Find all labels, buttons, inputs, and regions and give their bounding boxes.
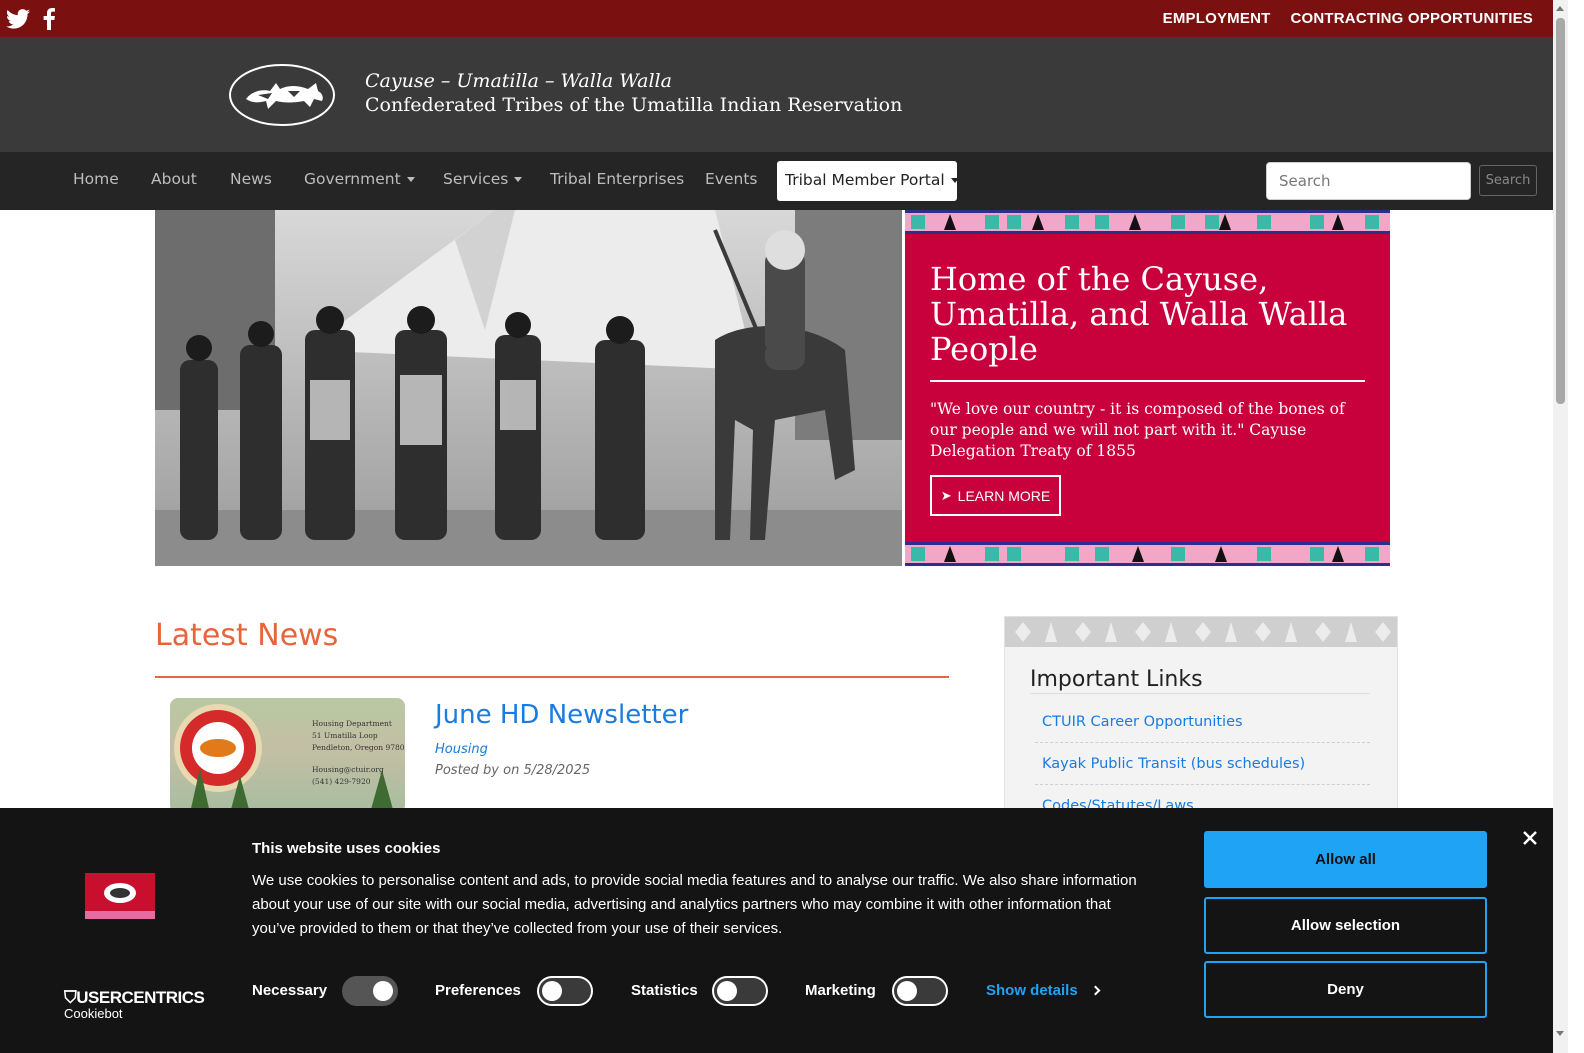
chevron-down-icon [514,177,523,182]
chevron-right-icon [1090,985,1101,996]
links-divider [1030,693,1370,694]
chevron-down-icon [950,178,959,183]
window-edge [1568,0,1584,1053]
hero-photo [155,210,902,566]
marketing-toggle[interactable] [892,976,948,1006]
news-thumbnail[interactable]: Housing Department 51 Umatilla Loop Pend… [170,698,405,813]
important-links-heading: Important Links [1030,667,1203,692]
show-details-label: Show details [986,982,1078,999]
latest-news-heading: Latest News [155,618,339,653]
tribal-seal-logo[interactable] [228,63,336,127]
nav-tribal-enterprises[interactable]: Tribal Enterprises [550,170,684,188]
facebook-icon[interactable] [42,7,56,30]
cookie-description: We use cookies to personalise content an… [252,872,1137,937]
cookie-title: This website uses cookies [252,840,441,857]
preferences-toggle[interactable] [537,976,593,1006]
pattern-band [1005,617,1397,647]
site-brand[interactable]: Cayuse – Umatilla – Walla Walla Confeder… [365,69,902,117]
link-kayak-public-transit[interactable]: Kayak Public Transit (bus schedules) [1035,743,1370,785]
nav-home[interactable]: Home [73,170,119,188]
main-nav: Home About News Government Services Trib… [0,152,1553,210]
deny-button[interactable]: Deny [1204,961,1487,1018]
employment-link[interactable]: EMPLOYMENT [1163,10,1271,27]
social-links [6,7,56,30]
scroll-up-arrow[interactable] [1556,6,1564,11]
close-icon[interactable] [1520,828,1540,848]
thumb-line-4: Housing@ctuir.org [312,765,384,774]
thumb-line-3: Pendleton, Oregon 97801 [312,743,405,752]
show-details-link[interactable]: Show details [986,982,1101,999]
brand-tribes-line: Cayuse – Umatilla – Walla Walla [365,70,672,92]
nav-government-label: Government [304,170,401,188]
hero-divider [930,380,1365,382]
news-category-link[interactable]: Housing [435,742,488,757]
nav-news[interactable]: News [230,170,272,188]
news-headline-link[interactable]: June HD Newsletter [435,700,688,730]
brand-name-line: Confederated Tribes of the Umatilla Indi… [365,94,903,116]
important-links-panel: Important Links CTUIR Career Opportuniti… [1004,616,1398,816]
housing-seal-image: Housing Department 51 Umatilla Loop Pend… [174,704,405,813]
hero-title: Home of the Cayuse, Umatilla, and Walla … [930,260,1348,368]
necessary-toggle [342,976,398,1006]
beadwork-border-bottom [905,542,1390,566]
chevron-down-icon [406,177,415,182]
portal-label: Tribal Member Portal [785,171,945,189]
necessary-label: Necessary [252,982,328,999]
allow-all-button[interactable]: Allow all [1204,831,1487,888]
scroll-down-arrow[interactable] [1556,1031,1564,1036]
top-bar: EMPLOYMENT CONTRACTING OPPORTUNITIES [0,0,1553,37]
usercentrics-brand: ⛉USERCENTRICS [64,988,205,1008]
hero-panel: Home of the Cayuse, Umatilla, and Walla … [905,210,1390,566]
marketing-label: Marketing [805,982,876,999]
scroll-thumb[interactable] [1556,18,1565,404]
beadwork-border-top [905,210,1390,234]
allow-selection-button[interactable]: Allow selection [1204,897,1487,954]
link-career-opportunities[interactable]: CTUIR Career Opportunities [1035,701,1370,743]
news-meta: Posted by on 5/28/2025 [435,763,591,778]
hero-quote: "We love our country - it is composed of… [930,400,1345,460]
nav-events[interactable]: Events [705,170,757,188]
search-input[interactable] [1266,162,1471,200]
learn-more-label: LEARN MORE [957,487,1051,504]
nav-services[interactable]: Services [443,170,523,188]
contracting-opportunities-link[interactable]: CONTRACTING OPPORTUNITIES [1290,10,1533,27]
top-links: EMPLOYMENT CONTRACTING OPPORTUNITIES [1163,10,1533,27]
chevron-right-icon: ➤ [940,487,952,503]
preferences-label: Preferences [435,982,521,999]
page-scrollbar[interactable] [1553,0,1568,1053]
site-logo-icon [85,873,155,919]
usercentrics-brand-text: USERCENTRICS [76,988,205,1007]
shield-icon: ⛉ [64,988,77,1007]
latest-news-divider [155,676,949,678]
site-header: Cayuse – Umatilla – Walla Walla Confeder… [0,37,1553,152]
tribal-member-portal-dropdown[interactable]: Tribal Member Portal [777,161,959,201]
thumb-line-1: Housing Department [312,719,392,728]
statistics-toggle[interactable] [712,976,768,1006]
search-button[interactable]: Search [1479,165,1537,196]
thumb-line-2: 51 Umatilla Loop [312,731,378,740]
nav-government[interactable]: Government [304,170,415,188]
twitter-icon[interactable] [6,8,30,30]
cookie-consent-banner: ⛉USERCENTRICS Cookiebot This website use… [0,808,1553,1053]
thumb-line-5: (541) 429-7920 [312,777,371,786]
historic-photo-image [155,210,902,566]
cookiebot-label: Cookiebot [64,1006,123,1021]
nav-services-label: Services [443,170,509,188]
nav-about[interactable]: About [151,170,197,188]
learn-more-button[interactable]: ➤ LEARN MORE [930,475,1061,516]
statistics-label: Statistics [631,982,698,999]
